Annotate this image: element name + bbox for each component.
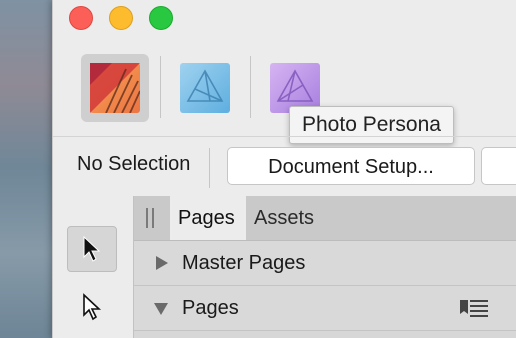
panel-tab-bar: Pages Assets [134, 196, 516, 241]
move-tool-button[interactable] [67, 226, 117, 272]
desktop-background [0, 0, 60, 338]
pixel-persona-icon [180, 63, 230, 113]
panel-grip-handle[interactable] [144, 208, 156, 228]
document-setup-button[interactable]: Document Setup... [227, 147, 475, 185]
designer-persona-icon [90, 63, 140, 113]
persona-separator [250, 56, 251, 118]
designer-persona-button[interactable] [81, 54, 149, 122]
pages-panel: Pages Assets Master Pages Pages [133, 196, 516, 338]
node-tool-button[interactable] [67, 284, 117, 330]
master-pages-section[interactable]: Master Pages [134, 241, 516, 286]
tab-assets[interactable]: Assets [246, 196, 326, 240]
maximize-window-button[interactable] [149, 6, 173, 30]
context-toolbar-next-button[interactable] [481, 147, 516, 185]
pages-section[interactable]: Pages [134, 286, 516, 331]
node-tool-icon [83, 293, 102, 321]
expand-triangle-icon [156, 256, 168, 270]
section-label: Pages [182, 296, 239, 319]
context-separator [209, 148, 210, 188]
persona-separator [160, 56, 161, 118]
page-options-icon[interactable] [460, 298, 488, 318]
selection-status-label: No Selection [77, 153, 191, 175]
pixel-persona-button[interactable] [171, 54, 239, 122]
move-tool-icon [83, 235, 101, 262]
close-window-button[interactable] [69, 6, 93, 30]
section-label: Master Pages [182, 251, 306, 274]
minimize-window-button[interactable] [109, 6, 133, 30]
collapse-triangle-icon [154, 303, 168, 315]
app-window: Photo Persona No Selection Document Setu… [52, 0, 516, 338]
tab-pages[interactable]: Pages [170, 196, 246, 240]
